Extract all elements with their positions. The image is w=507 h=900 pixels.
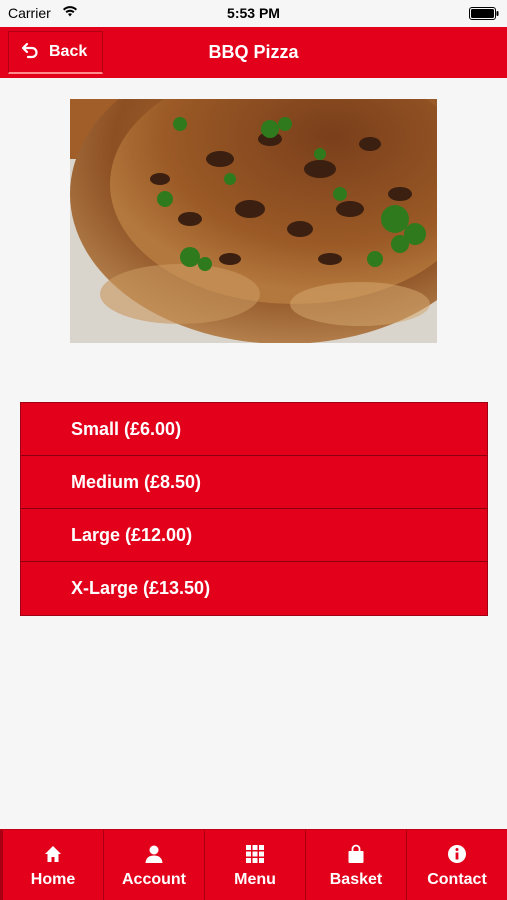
tab-home[interactable]: Home	[0, 830, 103, 900]
grid-icon	[245, 844, 265, 864]
status-bar: Carrier 5:53 PM	[0, 0, 507, 27]
battery-icon	[469, 7, 499, 20]
size-option-large[interactable]: Large (£12.00)	[21, 509, 487, 562]
tab-contact[interactable]: Contact	[406, 830, 507, 900]
bottom-tab-bar: Home Account Menu Basket Contact	[0, 829, 507, 900]
back-label: Back	[49, 43, 88, 60]
tab-menu[interactable]: Menu	[204, 830, 305, 900]
pizza-photo	[70, 99, 437, 343]
tab-home-label: Home	[30, 871, 76, 888]
info-icon	[447, 844, 467, 864]
tab-basket[interactable]: Basket	[305, 830, 406, 900]
size-option-medium[interactable]: Medium (£8.50)	[21, 456, 487, 509]
size-option-x-large[interactable]: X-Large (£13.50)	[21, 562, 487, 615]
page-title: BBQ Pizza	[208, 42, 299, 62]
size-options-list: Small (£6.00) Medium (£8.50) Large (£12.…	[20, 402, 488, 616]
status-time: 5:53 PM	[227, 5, 280, 21]
return-arrow-icon	[21, 41, 39, 64]
tab-account[interactable]: Account	[103, 830, 204, 900]
tab-contact-label: Contact	[427, 871, 487, 888]
home-icon	[43, 844, 63, 864]
tab-basket-label: Basket	[329, 871, 383, 888]
back-button[interactable]: Back	[8, 31, 103, 74]
tab-menu-label: Menu	[234, 871, 276, 888]
tab-account-label: Account	[122, 871, 186, 888]
size-option-small[interactable]: Small (£6.00)	[21, 403, 487, 456]
navigation-bar: Back BBQ Pizza	[0, 27, 507, 78]
shopping-bag-icon	[346, 844, 366, 864]
user-icon	[144, 844, 164, 864]
